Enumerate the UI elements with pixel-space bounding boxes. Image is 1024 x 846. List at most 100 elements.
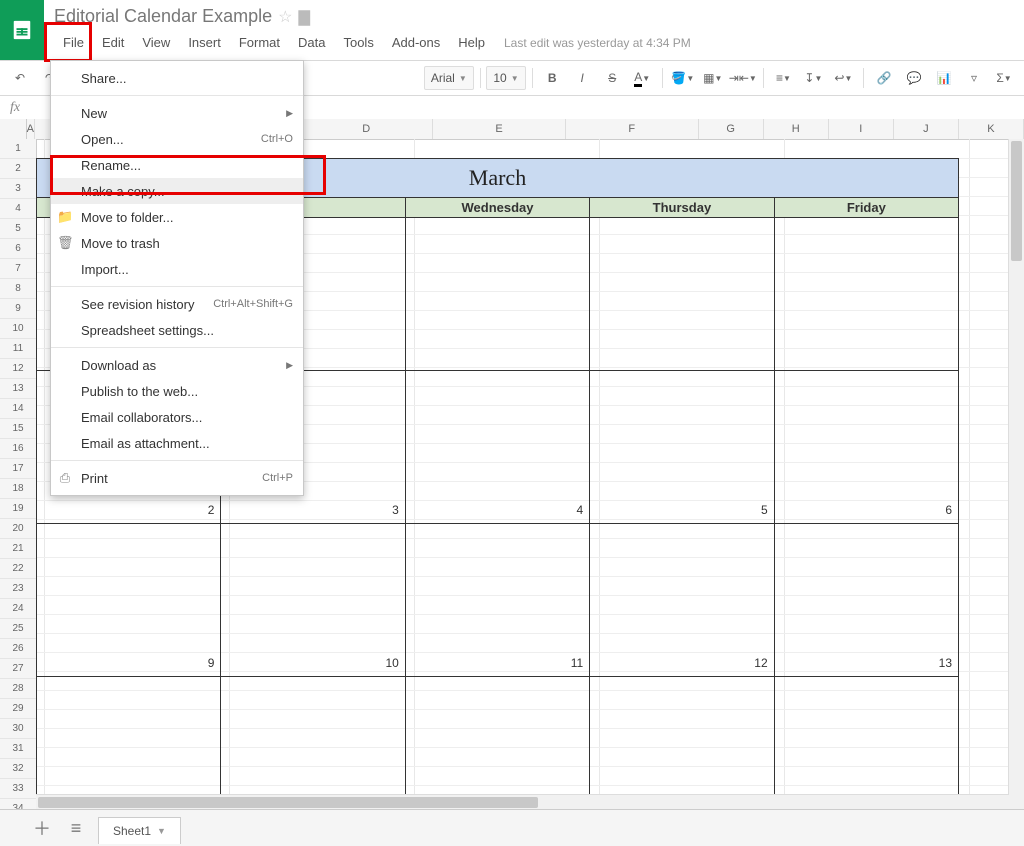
font-select[interactable]: Arial▼	[424, 66, 474, 90]
menu-addons[interactable]: Add-ons	[383, 31, 449, 54]
menu-data[interactable]: Data	[289, 31, 334, 54]
insert-comment-icon[interactable]: 💬	[900, 66, 928, 90]
h-align-icon[interactable]: ≡ ▼	[769, 66, 797, 90]
all-sheets-button[interactable]: ≡	[64, 816, 88, 840]
scrollbar-thumb-v[interactable]	[1011, 141, 1022, 261]
file-menu-item[interactable]: Rename...	[51, 152, 303, 178]
menu-edit[interactable]: Edit	[93, 31, 133, 54]
column-header[interactable]: H	[764, 119, 829, 139]
borders-icon[interactable]: ▦ ▼	[699, 66, 727, 90]
row-header[interactable]: 16	[0, 439, 36, 459]
row-header[interactable]: 5	[0, 219, 36, 239]
insert-chart-icon[interactable]: 📊	[930, 66, 958, 90]
file-menu-item[interactable]: Email as attachment...	[51, 430, 303, 456]
sheets-logo[interactable]	[0, 0, 44, 60]
strikethrough-icon[interactable]: S	[598, 66, 626, 90]
row-header[interactable]: 23	[0, 579, 36, 599]
calendar-cell[interactable]: 5	[590, 371, 774, 523]
file-menu-item[interactable]: New▶	[51, 100, 303, 126]
calendar-cell[interactable]: 11	[406, 524, 590, 676]
row-header[interactable]: 17	[0, 459, 36, 479]
star-icon[interactable]: ☆	[278, 7, 292, 27]
scrollbar-horizontal[interactable]	[36, 794, 1009, 810]
row-header[interactable]: 3	[0, 179, 36, 199]
row-header[interactable]: 8	[0, 279, 36, 299]
filter-icon[interactable]: ▿	[960, 66, 988, 90]
menu-file[interactable]: File	[54, 31, 93, 54]
file-menu-item[interactable]: 🗑Move to trash	[51, 230, 303, 256]
merge-cells-icon[interactable]: ⇥⇤ ▼	[729, 66, 757, 90]
calendar-cell[interactable]	[775, 218, 958, 370]
scrollbar-thumb-h[interactable]	[38, 797, 538, 808]
row-header[interactable]: 20	[0, 519, 36, 539]
menu-view[interactable]: View	[133, 31, 179, 54]
calendar-cell[interactable]: 20	[775, 677, 958, 810]
sheet-tab[interactable]: Sheet1 ▼	[98, 817, 181, 844]
row-header[interactable]: 12	[0, 359, 36, 379]
row-header[interactable]: 21	[0, 539, 36, 559]
sheet-tab-caret-icon[interactable]: ▼	[157, 826, 166, 836]
row-header[interactable]: 9	[0, 299, 36, 319]
row-header[interactable]: 7	[0, 259, 36, 279]
file-menu-item[interactable]: 📁Move to folder...	[51, 204, 303, 230]
file-menu-item[interactable]: Spreadsheet settings...	[51, 317, 303, 343]
row-header[interactable]: 33	[0, 779, 36, 799]
menu-format[interactable]: Format	[230, 31, 289, 54]
row-header[interactable]: 6	[0, 239, 36, 259]
calendar-cell[interactable]: 12	[590, 524, 774, 676]
calendar-cell[interactable]: 16	[37, 677, 221, 810]
column-header[interactable]: G	[699, 119, 764, 139]
file-menu-item[interactable]: Email collaborators...	[51, 404, 303, 430]
row-header[interactable]: 32	[0, 759, 36, 779]
row-header[interactable]: 2	[0, 159, 36, 179]
scrollbar-vertical[interactable]	[1008, 139, 1024, 810]
row-header[interactable]: 4	[0, 199, 36, 219]
row-header[interactable]: 15	[0, 419, 36, 439]
file-menu-item[interactable]: See revision historyCtrl+Alt+Shift+G	[51, 291, 303, 317]
column-header[interactable]: E	[433, 119, 566, 139]
row-header[interactable]: 31	[0, 739, 36, 759]
italic-icon[interactable]: I	[568, 66, 596, 90]
row-header[interactable]: 19	[0, 499, 36, 519]
select-all-cell[interactable]	[0, 119, 27, 139]
doc-title[interactable]: Editorial Calendar Example	[54, 6, 272, 27]
row-header[interactable]: 30	[0, 719, 36, 739]
calendar-cell[interactable]: 10	[221, 524, 405, 676]
column-header[interactable]: J	[894, 119, 959, 139]
functions-icon[interactable]: Σ ▼	[990, 66, 1018, 90]
calendar-cell[interactable]: 6	[775, 371, 958, 523]
calendar-cell[interactable]: 18	[406, 677, 590, 810]
menu-tools[interactable]: Tools	[334, 31, 382, 54]
menu-help[interactable]: Help	[449, 31, 494, 54]
calendar-cell[interactable]	[590, 218, 774, 370]
row-header[interactable]: 13	[0, 379, 36, 399]
undo-icon[interactable]: ↶	[6, 66, 34, 90]
column-header[interactable]: I	[829, 119, 894, 139]
row-header[interactable]: 25	[0, 619, 36, 639]
column-header[interactable]: K	[959, 119, 1024, 139]
file-menu-item[interactable]: Make a copy...	[51, 178, 303, 204]
calendar-cell[interactable]	[406, 218, 590, 370]
column-header[interactable]: F	[566, 119, 699, 139]
row-header[interactable]: 26	[0, 639, 36, 659]
column-header[interactable]: D	[300, 119, 433, 139]
calendar-cell[interactable]: 19	[590, 677, 774, 810]
file-menu-item[interactable]: ⎙PrintCtrl+P	[51, 465, 303, 491]
text-color-icon[interactable]: A ▼	[628, 66, 656, 90]
row-header[interactable]: 27	[0, 659, 36, 679]
bold-icon[interactable]: B	[538, 66, 566, 90]
folder-icon[interactable]: ▇	[298, 8, 310, 26]
v-align-icon[interactable]: ↧ ▼	[799, 66, 827, 90]
row-header[interactable]: 11	[0, 339, 36, 359]
file-menu-item[interactable]: Share...	[51, 65, 303, 91]
row-header[interactable]: 18	[0, 479, 36, 499]
file-menu-item[interactable]: Import...	[51, 256, 303, 282]
row-header[interactable]: 24	[0, 599, 36, 619]
row-header[interactable]: 14	[0, 399, 36, 419]
fill-color-icon[interactable]: 🪣 ▼	[669, 66, 697, 90]
file-menu-item[interactable]: Publish to the web...	[51, 378, 303, 404]
insert-link-icon[interactable]: 🔗	[870, 66, 898, 90]
calendar-cell[interactable]: 17	[221, 677, 405, 810]
calendar-cell[interactable]: 13	[775, 524, 958, 676]
file-menu-item[interactable]: Download as▶	[51, 352, 303, 378]
